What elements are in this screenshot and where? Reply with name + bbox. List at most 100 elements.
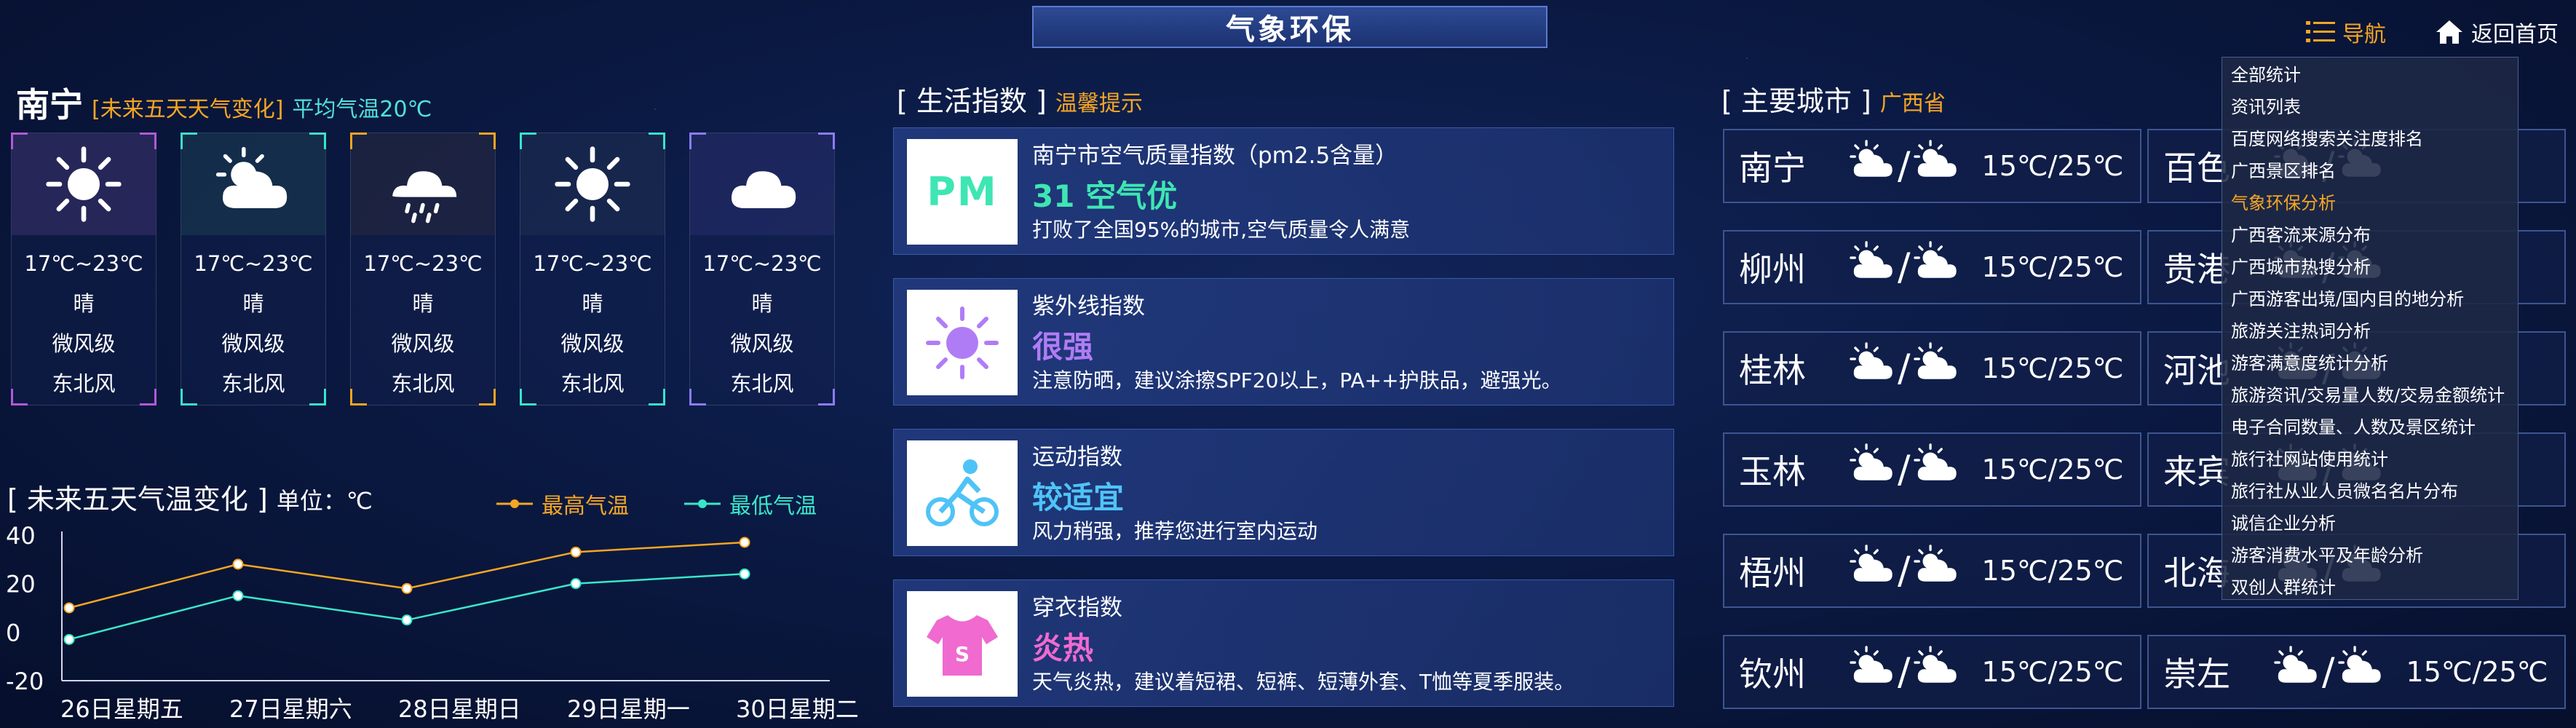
nav-menu-item[interactable]: 旅行社从业人员微名名片分布: [2222, 475, 2518, 507]
partly-cloudy-icon: [1848, 138, 1896, 194]
nav-menu-item[interactable]: 全部统计: [2222, 59, 2518, 91]
page-title: 气象环保: [1032, 6, 1547, 48]
nav-menu-item[interactable]: 诚信企业分析: [2222, 507, 2518, 539]
card-corner: [140, 132, 156, 149]
nav-menu-item[interactable]: 旅游关注热词分析: [2222, 315, 2518, 347]
y-tick-label: -20: [6, 668, 44, 695]
partly-cloudy-icon: [181, 133, 325, 235]
series-line: [68, 541, 745, 609]
nav-menu-item[interactable]: 广西客流来源分布: [2222, 219, 2518, 251]
forecast-wind-dir: 东北风: [221, 371, 285, 396]
index-desc: 注意防晒，建议涂擦SPF20以上，PA++护肤品，避强光。: [1032, 368, 1562, 392]
slash-separator: /: [1898, 448, 1911, 491]
nav-menu-item[interactable]: 旅行社网站使用统计: [2222, 443, 2518, 475]
x-tick-label: 26日星期五: [60, 695, 183, 723]
data-point: [401, 614, 413, 626]
life-title: 生活指数: [916, 85, 1027, 117]
card-corner: [11, 389, 28, 405]
forecast-day-card: 17℃~23℃ 晴 微风级 东北风: [520, 132, 665, 405]
card-corner: [181, 389, 197, 405]
card-corner: [649, 132, 665, 149]
weather-header: 南宁 [未来五天天气变化] 平均气温20℃: [16, 79, 432, 127]
index-level: 炎热: [1032, 630, 1094, 666]
city-weather-card[interactable]: 桂林 / 15℃/25℃: [1723, 331, 2141, 405]
cities-title: 主要城市: [1740, 85, 1852, 117]
forecast-day-card: 17℃~23℃ 晴 微风级 东北风: [11, 132, 156, 405]
index-name: 南宁市空气质量指数（pm2.5含量）: [1032, 143, 1398, 169]
city-name: 桂林: [1739, 351, 1806, 390]
partly-cloudy-icon: [1912, 644, 1960, 700]
nav-menu-item[interactable]: 双创人群统计: [2222, 571, 2518, 604]
city-temp: 15℃/25℃: [1981, 251, 2124, 283]
data-point: [232, 590, 244, 601]
life-header: [ 生活指数 ] 温馨提示: [897, 85, 1143, 117]
city-weather-card[interactable]: 柳州 / 15℃/25℃: [1723, 230, 2141, 304]
forecast-wind-level: 微风级: [52, 331, 116, 356]
nav-menu-item[interactable]: 资讯列表: [2222, 91, 2518, 123]
tshirt-svg: S: [927, 614, 998, 676]
partly-cloudy-icon: [2272, 644, 2321, 700]
data-point: [570, 546, 582, 558]
card-corner: [140, 389, 156, 405]
card-corner: [649, 389, 665, 405]
nav-dropdown-menu: 全部统计 资讯列表 百度网络搜索关注度排名 广西景区排名 气象环保分析 广西客流来源分布广…: [2222, 57, 2518, 600]
city-name: 南宁: [1739, 149, 1806, 188]
nav-menu-item[interactable]: 旅游资讯/交易量人数/交易金额统计: [2222, 379, 2518, 411]
partly-cloudy-icon: [2337, 644, 2385, 700]
forecast-day-card: 17℃~23℃ 晴 微风级 东北风: [689, 132, 835, 405]
forecast-wind-dir: 东北风: [391, 371, 455, 396]
partly-cloudy-icon: [1912, 442, 1960, 498]
forecast-day-card: 17℃~23℃ 晴 微风级 东北风: [350, 132, 496, 405]
nav-menu-item[interactable]: 广西游客出境/国内目的地分析: [2222, 283, 2518, 315]
cities-subtitle: 广西省: [1879, 91, 1946, 116]
city-weather-card[interactable]: 南宁 / 15℃/25℃: [1723, 129, 2141, 203]
card-corner: [818, 132, 835, 149]
home-button[interactable]: 返回首页: [2435, 15, 2559, 50]
nav-menu-item[interactable]: 气象环保分析: [2222, 187, 2518, 219]
forecast-condition: 晴: [73, 291, 95, 316]
data-point: [63, 633, 75, 645]
sun-icon: [520, 133, 665, 235]
city-weather-card[interactable]: 玉林 / 15℃/25℃: [1723, 432, 2141, 507]
city-temp: 15℃/25℃: [1981, 352, 2124, 384]
data-point: [739, 537, 750, 548]
data-point: [401, 582, 413, 594]
y-tick-label: 40: [6, 522, 36, 550]
data-point: [739, 568, 750, 579]
home-label: 返回首页: [2471, 22, 2559, 47]
nav-menu-item[interactable]: 广西城市热搜分析: [2222, 251, 2518, 283]
index-level: 较适宜: [1032, 480, 1125, 515]
city-weather-card[interactable]: 梧州 / 15℃/25℃: [1723, 534, 2141, 608]
card-corner: [479, 132, 496, 149]
slash-separator: /: [2322, 650, 2335, 694]
forecast-wind-level: 微风级: [391, 331, 455, 356]
nav-button[interactable]: 导航: [2306, 15, 2386, 50]
legend-min-marker: [684, 499, 721, 508]
life-subtitle: 温馨提示: [1055, 91, 1143, 116]
nav-menu-item[interactable]: 游客消费水平及年龄分析: [2222, 539, 2518, 571]
sun-icon: [12, 133, 156, 235]
cloud-icon: [690, 133, 834, 235]
data-point: [570, 578, 582, 590]
forecast-day-card: 17℃~23℃ 晴 微风级 东北风: [181, 132, 326, 405]
forecast-wind-dir: 东北风: [560, 371, 625, 396]
city-name: 柳州: [1739, 250, 1806, 289]
nav-menu-item[interactable]: 电子合同数量、人数及景区统计: [2222, 411, 2518, 443]
city-temp: 15℃/25℃: [2406, 656, 2548, 688]
nav-menu-item[interactable]: 游客满意度统计分析: [2222, 347, 2518, 379]
nav-menu-item[interactable]: 广西景区排名: [2222, 155, 2518, 187]
slash-separator: /: [1898, 650, 1911, 694]
index-desc: 打败了全国95%的城市,空气质量令人满意: [1032, 218, 1411, 242]
x-tick-label: 27日星期六: [229, 695, 352, 723]
partly-cloudy-icon: [1848, 442, 1896, 498]
forecast-wind-level: 微风级: [221, 331, 285, 356]
pm-icon: PM: [907, 139, 1018, 245]
weather-icons: /: [1848, 138, 1960, 194]
city-weather-card[interactable]: 钦州 / 15℃/25℃: [1723, 635, 2141, 709]
list-icon: [2306, 21, 2335, 42]
city-weather-card[interactable]: 崇左 / 15℃/25℃: [2147, 635, 2566, 709]
nav-menu-item[interactable]: 百度网络搜索关注度排名: [2222, 123, 2518, 155]
partly-cloudy-icon: [1912, 543, 1960, 599]
partly-cloudy-icon: [1848, 240, 1896, 296]
uv-sun-svg: [926, 306, 999, 379]
